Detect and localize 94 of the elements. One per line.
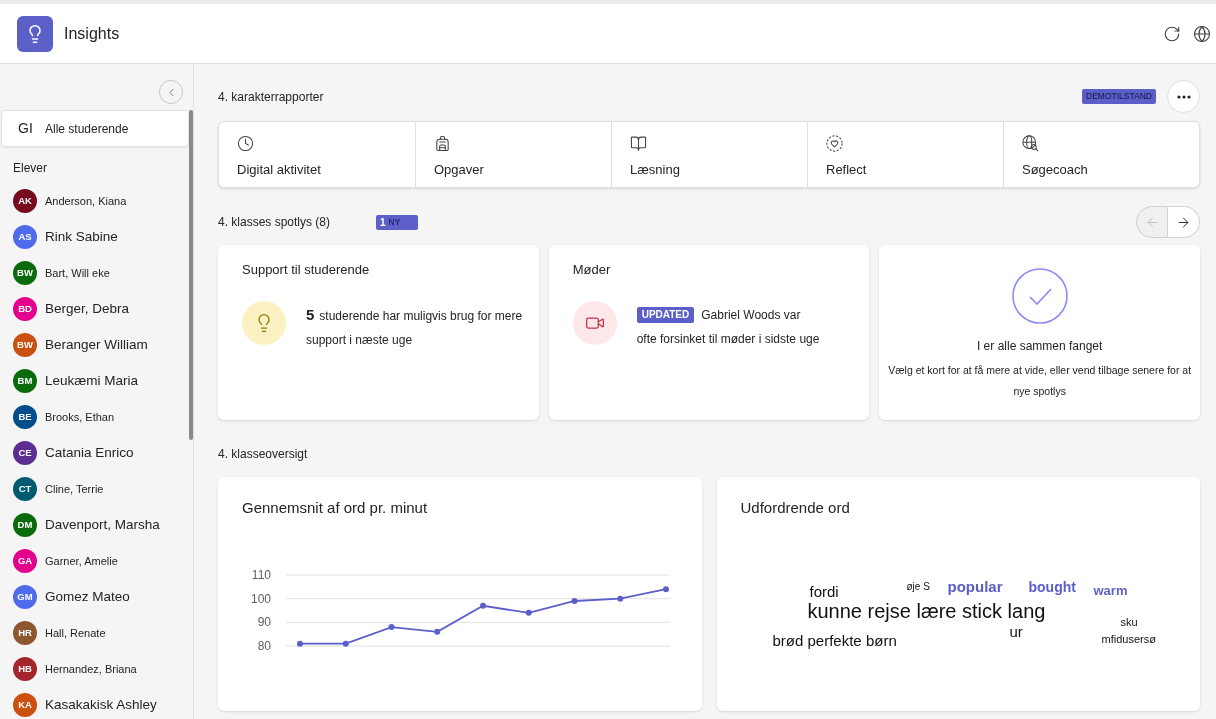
- section-label: Elever: [12, 160, 48, 176]
- card-title: Gennemsnit af ord pr. minut: [242, 498, 429, 518]
- globe-search-icon: [1022, 135, 1039, 152]
- word: warm: [1093, 584, 1128, 597]
- student-item[interactable]: HB Hernandez, Briana: [0, 651, 189, 687]
- report-tile[interactable]: Søgecoach: [1003, 122, 1199, 187]
- avatar: BW: [13, 333, 37, 357]
- student-item[interactable]: BD Berger, Debra: [0, 291, 189, 327]
- scrollbar[interactable]: [189, 110, 193, 440]
- data-point: [297, 640, 303, 647]
- avatar: BM: [13, 369, 37, 393]
- spotlight-title: Møder: [572, 261, 612, 279]
- app-title: Insights: [64, 23, 120, 44]
- refresh-icon[interactable]: [1163, 24, 1181, 43]
- student-item[interactable]: AK Anderson, Kiana: [0, 183, 189, 219]
- student-item[interactable]: KA Kasakakisk Ashley: [0, 687, 189, 719]
- student-item[interactable]: BE Brooks, Ethan: [0, 399, 189, 435]
- all-students-item[interactable]: GI Alle studerende: [2, 111, 188, 146]
- spotlight-card[interactable]: Møder UPDATED Gabriel Woods var ofte forsinket til møder i sidste uge: [548, 245, 870, 420]
- word: ur: [1009, 624, 1023, 639]
- avatar: CT: [13, 477, 37, 501]
- spotlight-title: Support til studerende: [242, 261, 371, 279]
- check-circle-icon: [1011, 268, 1068, 324]
- avatar: GM: [13, 585, 37, 609]
- student-item[interactable]: BW Bart, Will eke: [0, 255, 189, 291]
- student-item[interactable]: BM Leukæmi Maria: [0, 363, 189, 399]
- student-item[interactable]: DM Davenport, Marsha: [0, 507, 189, 543]
- lightbulb-icon: [242, 301, 286, 345]
- spotlight-text: UPDATED Gabriel Woods var ofte forsinket til møder i sidste uge: [636, 306, 821, 348]
- next-button[interactable]: [1168, 206, 1200, 238]
- student-item[interactable]: GM Gomez Mateo: [0, 579, 189, 615]
- video-camera-icon: [572, 301, 617, 345]
- report-tile[interactable]: Læsning: [611, 122, 807, 187]
- student-item[interactable]: CT Cline, Terrie: [0, 471, 189, 507]
- data-point: [663, 586, 669, 593]
- avatar: BE: [13, 405, 37, 429]
- data-point: [617, 595, 624, 602]
- report-tile[interactable]: Opgaver: [415, 122, 611, 187]
- data-point: [388, 624, 395, 631]
- avatar: CE: [13, 441, 37, 465]
- word: bought: [1028, 580, 1076, 594]
- data-point: [342, 640, 349, 647]
- y-tick-label: 80: [257, 639, 271, 653]
- group-initials: GI: [18, 119, 34, 138]
- more-icon: [1176, 94, 1191, 99]
- student-item[interactable]: GA Garner, Amelie: [0, 543, 189, 579]
- section-title: 4. klasseoversigt: [218, 446, 308, 463]
- spotlight-title: I er alle sammen fanget: [976, 338, 1103, 354]
- report-tile[interactable]: Reflect: [807, 122, 1003, 187]
- clock-icon: [237, 135, 254, 152]
- word: popular: [947, 579, 1003, 594]
- data-point: [434, 628, 441, 635]
- demo-mode-badge: DEMOTILSTAND: [1082, 89, 1156, 104]
- report-tile[interactable]: Digital aktivitet: [219, 122, 415, 187]
- y-tick-label: 90: [257, 615, 271, 630]
- word: kunne rejse lære stick lang: [807, 601, 1046, 621]
- avatar: GA: [13, 549, 37, 573]
- word: sku: [1120, 617, 1138, 628]
- data-point: [571, 598, 578, 605]
- avatar: HB: [13, 657, 37, 681]
- book-icon: [630, 135, 647, 152]
- globe-icon[interactable]: [1193, 24, 1211, 43]
- word: fordi: [809, 584, 839, 599]
- data-point: [525, 609, 532, 616]
- arrow-right-icon: [1176, 214, 1191, 230]
- spotlight-text: Vælg et kort for at få mere at vide, eller vend tilbage senere for at nye spotlys: [887, 363, 1193, 399]
- avatar: HR: [13, 621, 37, 645]
- spotlight-card[interactable]: Support til studerende 5 studerende har muligvis brug for mere support i næste uge: [218, 245, 539, 420]
- avatar: BW: [13, 261, 37, 285]
- student-item[interactable]: AS Rink Sabine: [0, 219, 189, 255]
- section-title: 4. klasses spotlys (8): [218, 214, 331, 231]
- new-label: NY: [388, 215, 401, 229]
- avatar: AS: [13, 225, 37, 249]
- section-title: 4. karakterrapporter: [218, 88, 324, 106]
- avatar: BD: [13, 297, 37, 321]
- app-logo-icon: [17, 15, 53, 52]
- spotlight-card[interactable]: I er alle sammen fanget Vælg et kort for at få mere at vide, eller vend tilbage senere for at nye spotlys: [879, 245, 1200, 420]
- avatar: DM: [13, 513, 37, 537]
- data-point: [480, 602, 486, 609]
- y-tick-label: 100: [250, 591, 271, 606]
- backpack-icon: [434, 135, 451, 152]
- student-item[interactable]: BW Beranger William: [0, 327, 189, 363]
- student-item[interactable]: HR Hall, Renate: [0, 615, 189, 651]
- word: øje S: [906, 582, 930, 592]
- y-tick-label: 110: [251, 568, 271, 582]
- word: mfidusersø: [1101, 634, 1156, 645]
- word: brød perfekte børn: [772, 633, 897, 648]
- avatar: AK: [13, 189, 37, 213]
- more-options-button[interactable]: [1167, 80, 1200, 113]
- student-item[interactable]: CE Catania Enrico: [0, 435, 189, 471]
- spotlight-text: 5 studerende har muligvis brug for mere support i næste uge: [306, 305, 524, 349]
- card-title: Udfordrende ord: [740, 498, 851, 518]
- avatar: KA: [13, 693, 37, 717]
- new-count: 1: [380, 215, 386, 230]
